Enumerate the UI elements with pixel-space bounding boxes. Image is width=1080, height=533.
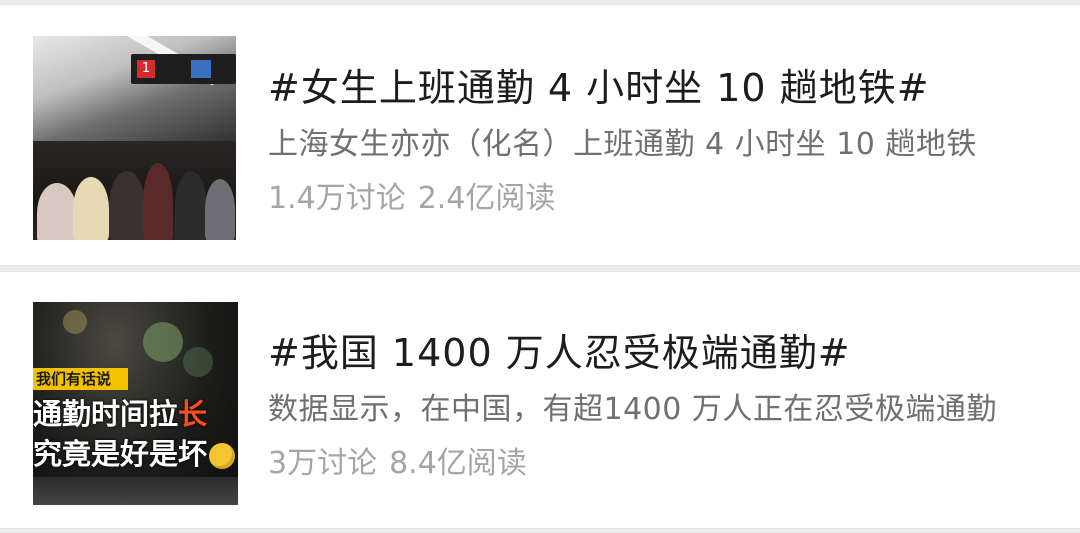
thumbnail-person <box>109 171 145 240</box>
thumbnail-bokeh <box>143 322 183 362</box>
thumbnail-caption-accent: 长 <box>178 397 208 431</box>
thumbnail-ceiling <box>33 36 236 146</box>
thumbnail-caption-line-2: 究竟是好是坏 <box>33 436 238 472</box>
topic-card[interactable]: 1 #女生上班通勤 4 小时坐 10 趟地铁# 上海女生亦亦（化名）上班通勤 4… <box>0 4 1080 266</box>
topic-thumbnail[interactable]: 我们有话说 通勤时间拉长 究竟是好是坏 <box>33 302 238 505</box>
topic-text: #我国 1400 万人忍受极端通勤# 数据显示，在中国，有超1400 万人正在忍… <box>268 328 1030 484</box>
thumbnail-sign-line-a: 1 <box>137 60 155 78</box>
thumbnail-caption-line-1: 通勤时间拉长 <box>33 396 238 432</box>
thumbnail-sign-line-b <box>191 60 211 78</box>
read-count: 2.4亿阅读 <box>417 181 556 216</box>
topic-text: #女生上班通勤 4 小时坐 10 趟地铁# 上海女生亦亦（化名）上班通勤 4 小… <box>268 63 1030 219</box>
topic-thumbnail[interactable]: 1 <box>33 36 236 240</box>
topic-description: 数据显示，在中国，有超1400 万人正在忍受极端通勤 <box>268 392 997 427</box>
topic-list: 1 #女生上班通勤 4 小时坐 10 趟地铁# 上海女生亦亦（化名）上班通勤 4… <box>0 0 1080 533</box>
thumbnail-person <box>175 171 207 240</box>
topic-card[interactable]: 我们有话说 通勤时间拉长 究竟是好是坏 #我国 1400 万人忍受极端通勤# 数… <box>0 271 1080 529</box>
thumbnail-tag: 我们有话说 <box>33 368 128 390</box>
thinking-face-icon <box>209 443 236 469</box>
discussion-count: 1.4万讨论 <box>268 181 406 216</box>
thumbnail-bokeh <box>63 310 87 334</box>
thumbnail-person <box>205 179 235 240</box>
thumbnail-crowd <box>33 141 236 240</box>
read-count: 8.4亿阅读 <box>389 446 527 481</box>
topic-description: 上海女生亦亦（化名）上班通勤 4 小时坐 10 趟地铁 <box>268 127 977 162</box>
topic-stats: 3万讨论 8.4亿阅读 <box>268 444 1030 484</box>
thumbnail-person <box>37 183 77 240</box>
thumbnail-caption-main: 通勤时间拉 <box>33 397 179 431</box>
topic-title[interactable]: #我国 1400 万人忍受极端通勤# <box>268 328 1030 378</box>
thumbnail-bokeh <box>183 347 213 377</box>
discussion-count: 3万讨论 <box>268 446 378 481</box>
thumbnail-person <box>143 163 173 240</box>
topic-title[interactable]: #女生上班通勤 4 小时坐 10 趟地铁# <box>268 63 1030 113</box>
thumbnail-person <box>73 177 109 240</box>
thumbnail-caption-question: 究竟是好是坏 <box>33 437 208 471</box>
topic-stats: 1.4万讨论 2.4亿阅读 <box>268 179 1030 219</box>
thumbnail-bottom-scene <box>33 477 238 505</box>
